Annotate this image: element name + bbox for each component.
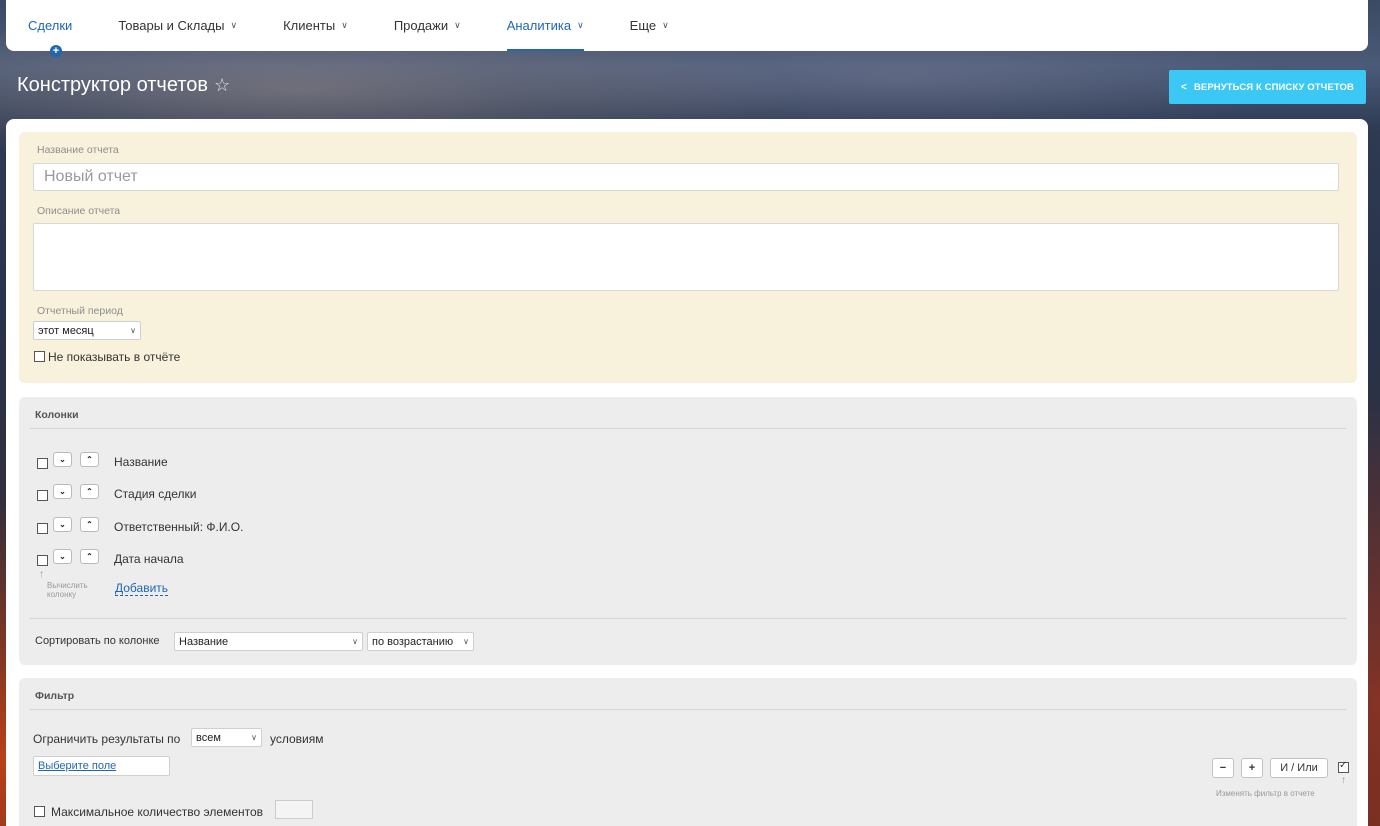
back-button-label: ВЕРНУТЬСЯ К СПИСКУ ОТЧЕТОВ [1193, 81, 1354, 93]
move-up-button[interactable]: ⌃ [80, 484, 99, 499]
period-select[interactable]: этот месяц ∨ [33, 321, 141, 340]
nav-item-analytics[interactable]: Аналитика ∨ [506, 0, 584, 51]
nav-item-deals[interactable]: Сделки + [28, 0, 73, 57]
column-checkbox[interactable] [37, 555, 48, 566]
star-icon[interactable]: ☆ [214, 75, 230, 95]
period-label: Отчетный период [37, 305, 123, 317]
move-up-button[interactable]: ⌃ [80, 549, 99, 564]
move-down-button[interactable]: ⌄ [53, 549, 72, 564]
main-panel: Название отчета Новый отчет Описание отч… [6, 119, 1368, 826]
nav-item-label: Клиенты [283, 18, 336, 33]
nav-item-goods[interactable]: Товары и Склады ∨ [118, 0, 237, 51]
chevron-down-icon: ∨ [454, 20, 461, 30]
chevron-down-icon: ∨ [577, 20, 584, 30]
column-checkbox[interactable] [37, 490, 48, 501]
report-desc-textarea[interactable] [33, 223, 1339, 291]
arrow-up-icon: ↑ [1341, 775, 1346, 786]
top-nav: Сделки + Товары и Склады ∨ Клиенты ∨ Про… [6, 0, 1368, 57]
nav-item-sales[interactable]: Продажи ∨ [394, 0, 461, 51]
move-up-button[interactable]: ⌃ [80, 517, 99, 532]
hide-in-report-label: Не показывать в отчёте [48, 350, 181, 364]
report-info-section: Название отчета Новый отчет Описание отч… [19, 132, 1357, 383]
nav-item-more[interactable]: Еще ∨ [630, 0, 669, 51]
columns-title: Колонки [35, 409, 79, 421]
nav-item-label: Аналитика [506, 18, 572, 33]
back-to-reports-button[interactable]: < ВЕРНУТЬСЯ К СПИСКУ ОТЧЕТОВ [1169, 70, 1366, 104]
sort-order-select[interactable]: по возрастанию ∨ [367, 632, 474, 651]
limit-suffix-label: условиям [270, 732, 324, 746]
nav-item-label: Товары и Склады [118, 18, 225, 33]
choose-field-label: Выберите поле [38, 760, 117, 772]
choose-field-button[interactable]: Выберите поле [33, 756, 170, 776]
page-title-text: Конструктор отчетов [17, 74, 208, 96]
chevron-down-icon: ∨ [130, 326, 136, 335]
columns-section: Колонки ⌄ ⌃ Название ⌄ ⌃ Стадия сделки ⌄… [19, 397, 1357, 665]
hide-in-report-checkbox[interactable] [34, 351, 45, 362]
limit-select-value: всем [196, 731, 221, 744]
column-name: Дата начала [114, 552, 184, 566]
page-title: Конструктор отчетов ☆ [17, 74, 230, 97]
max-elements-label: Максимальное количество элементов [51, 805, 264, 819]
calc-hint-line2: колонку [47, 590, 77, 599]
nav-item-label: Сделки [28, 18, 73, 33]
and-or-button[interactable]: И / Или [1270, 758, 1328, 778]
move-down-button[interactable]: ⌄ [53, 484, 72, 499]
change-filter-hint: Изменять фильтр в отчете [1216, 789, 1315, 798]
chevron-down-icon: ∨ [662, 20, 669, 30]
add-condition-button[interactable]: + [1241, 758, 1263, 778]
period-select-value: этот месяц [38, 324, 94, 337]
divider [29, 618, 1347, 619]
column-name: Ответственный: Ф.И.О. [114, 520, 244, 534]
max-elements-input[interactable] [275, 800, 313, 819]
sort-column-select[interactable]: Название ∨ [174, 632, 363, 651]
sort-column-value: Название [179, 635, 229, 648]
move-down-button[interactable]: ⌄ [53, 452, 72, 467]
move-down-button[interactable]: ⌄ [53, 517, 72, 532]
filter-title: Фильтр [35, 690, 75, 702]
chevron-down-icon: ∨ [463, 637, 469, 646]
sort-label: Сортировать по колонке [35, 635, 160, 647]
change-filter-checkbox[interactable] [1338, 760, 1349, 773]
divider [29, 428, 1347, 429]
chevron-down-icon: ∨ [352, 637, 358, 646]
sort-order-value: по возрастанию [372, 635, 454, 648]
column-name: Стадия сделки [114, 487, 197, 501]
calc-hint-line1: Вычислить [47, 581, 88, 590]
chevron-down-icon: ∨ [251, 733, 257, 742]
add-column-link[interactable]: Добавить [115, 581, 169, 596]
arrow-up-icon: ↑ [39, 569, 44, 580]
nav-item-clients[interactable]: Клиенты ∨ [283, 0, 348, 51]
report-name-input[interactable]: Новый отчет [33, 163, 1339, 191]
nav-item-label: Продажи [393, 18, 449, 33]
column-checkbox[interactable] [37, 458, 48, 469]
nav-item-label: Еще [629, 18, 657, 33]
divider [29, 709, 1347, 710]
report-desc-label: Описание отчета [37, 205, 121, 217]
max-elements-checkbox[interactable] [34, 806, 45, 817]
limit-select[interactable]: всем ∨ [191, 728, 262, 747]
remove-condition-button[interactable]: − [1212, 758, 1234, 778]
move-up-button[interactable]: ⌃ [80, 452, 99, 467]
filter-section: Фильтр Ограничить результаты по всем ∨ у… [19, 678, 1357, 826]
column-checkbox[interactable] [37, 523, 48, 534]
report-name-label: Название отчета [37, 144, 119, 156]
column-name: Название [114, 455, 168, 469]
plus-icon[interactable]: + [50, 45, 62, 57]
chevron-down-icon: ∨ [230, 20, 238, 30]
chevron-left-icon: < [1181, 81, 1187, 93]
chevron-down-icon: ∨ [341, 20, 348, 30]
limit-prefix-label: Ограничить результаты по [33, 732, 181, 746]
